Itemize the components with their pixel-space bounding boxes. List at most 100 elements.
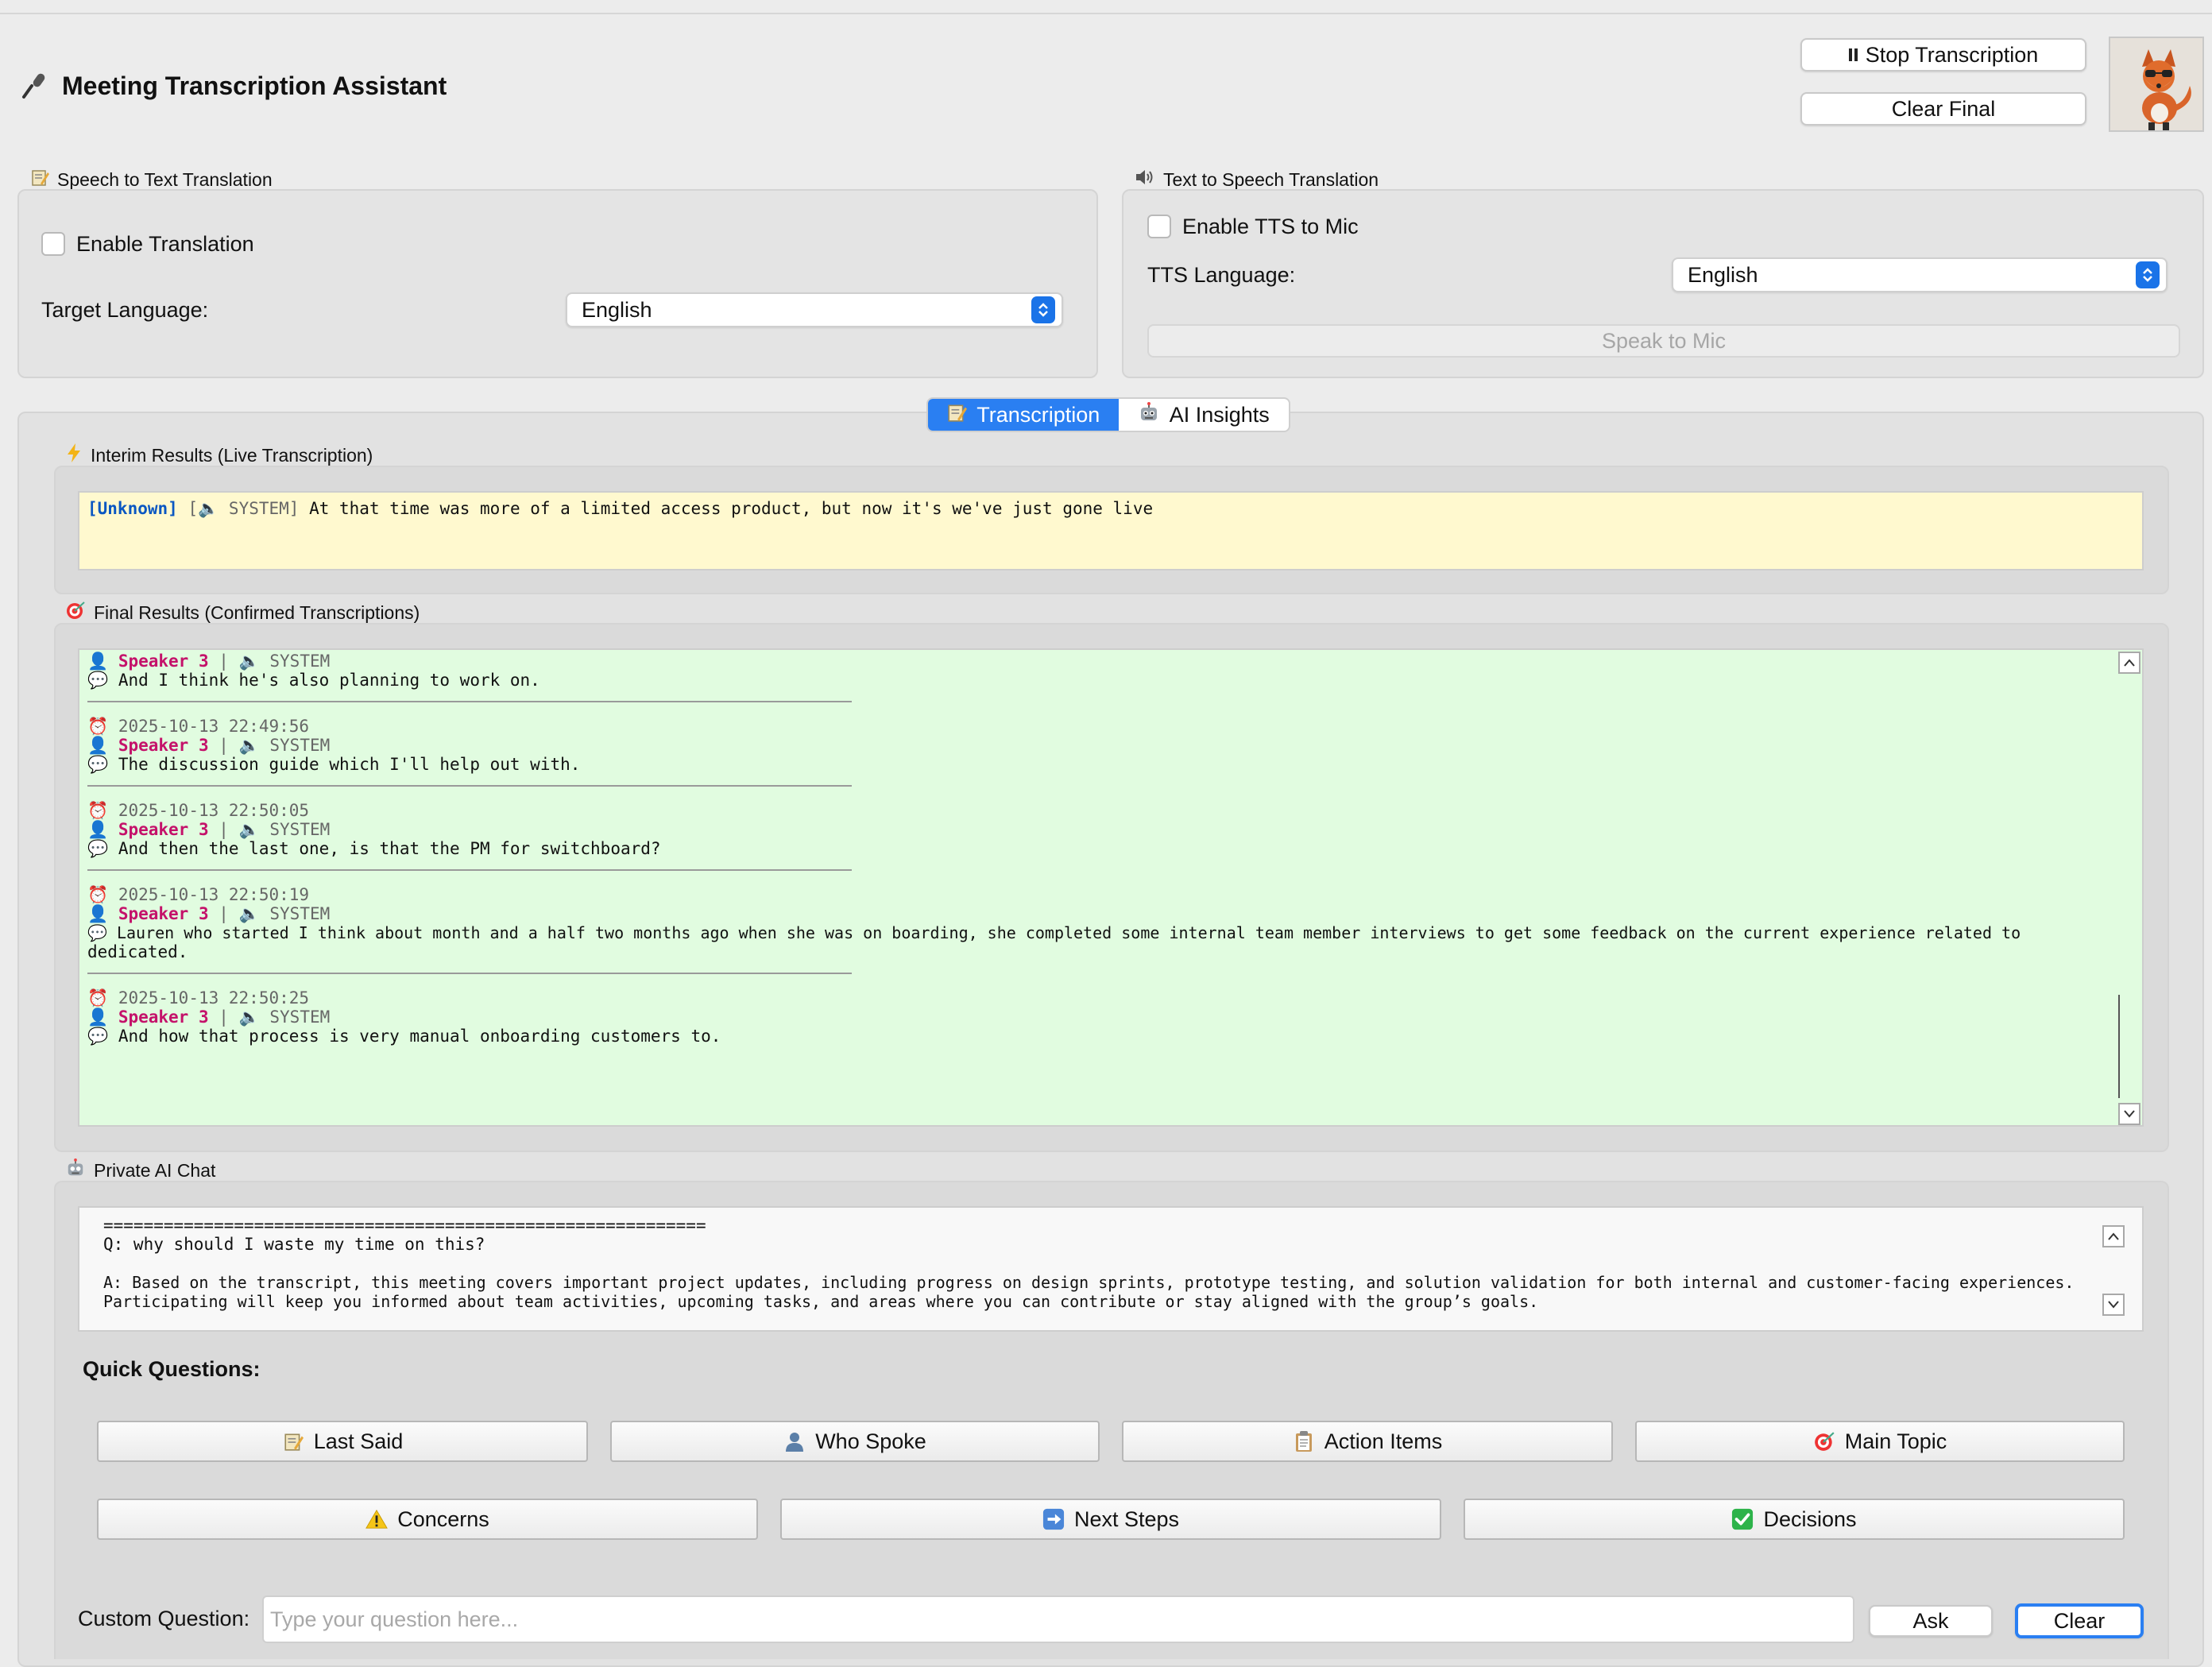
- ask-button[interactable]: Ask: [1869, 1605, 1993, 1637]
- speaker-name: Speaker 3: [118, 736, 209, 755]
- tab-ai-insights-label: AI Insights: [1169, 402, 1270, 427]
- chevron-updown-icon: [1031, 296, 1055, 323]
- interim-text: At that time was more of a limited acces…: [309, 499, 1154, 518]
- tts-language-select[interactable]: English: [1672, 257, 2168, 292]
- app-title: Meeting Transcription Assistant: [62, 71, 447, 100]
- speaker-line: 👤 Speaker 3 | 🔈 SYSTEM: [87, 820, 331, 839]
- enable-translation-checkbox[interactable]: [41, 232, 65, 256]
- enable-translation-row[interactable]: Enable Translation: [41, 230, 254, 257]
- tab-ai-insights[interactable]: AI Insights: [1119, 399, 1289, 431]
- speak-to-mic-button[interactable]: Speak to Mic: [1147, 324, 2180, 358]
- person-icon: 👤: [87, 652, 109, 671]
- speech-bubble-icon: 💬: [87, 1027, 109, 1046]
- speaker-line: 👤 Speaker 3 | 🔈 SYSTEM: [87, 736, 331, 755]
- person-icon: 👤: [87, 904, 109, 923]
- speaker-name: Speaker 3: [118, 904, 209, 923]
- target-language-value: English: [582, 297, 652, 322]
- last-said-label: Last Said: [313, 1429, 404, 1453]
- next-steps-button[interactable]: Next Steps: [780, 1499, 1441, 1540]
- target-language-label: Target Language:: [41, 296, 208, 324]
- window-titlebar: [0, 0, 2212, 14]
- message-text: Lauren who started I think about month a…: [116, 923, 2021, 942]
- interim-source-bracket: [: [188, 499, 199, 518]
- chat-history-area[interactable]: ========================================…: [78, 1206, 2144, 1332]
- last-said-button[interactable]: Last Said: [97, 1421, 588, 1462]
- message-text-continued: dedicated.: [87, 942, 188, 961]
- speaker-name: Speaker 3: [118, 1008, 209, 1027]
- target-language-text: Target Language:: [41, 297, 209, 322]
- chat-scroll-up-arrow[interactable]: [2102, 1225, 2125, 1247]
- speaker-icon: 🔈: [238, 1008, 260, 1027]
- interim-text-area[interactable]: [Unknown] [🔈 SYSTEM] At that time was mo…: [78, 491, 2144, 570]
- speech-to-text-panel: [17, 189, 1098, 378]
- final-scrollbar-thumb[interactable]: [2118, 995, 2140, 1098]
- ask-label: Ask: [1912, 1608, 1949, 1633]
- final-scroll-down-arrow[interactable]: [2118, 1103, 2140, 1125]
- chat-question: Q: why should I waste my time on this?: [103, 1235, 485, 1254]
- person-icon: 👤: [87, 820, 109, 839]
- stop-transcription-button[interactable]: Stop Transcription: [1800, 38, 2086, 72]
- who-spoke-button[interactable]: Who Spoke: [610, 1421, 1100, 1462]
- pause-icon: [1848, 48, 1858, 61]
- speech-bubble-icon: 💬: [87, 839, 109, 858]
- interim-results-label: Interim Results (Live Transcription): [91, 444, 373, 466]
- timestamp-line: ⏰ 2025-10-13 22:50:25: [87, 988, 2094, 1008]
- private-ai-chat-title: Private AI Chat: [65, 1158, 215, 1182]
- tts-language-text: TTS Language:: [1147, 262, 1296, 287]
- timestamp: 2025-10-13 22:50:25: [118, 988, 310, 1008]
- message-text: The discussion guide which I'll help out…: [118, 755, 581, 774]
- tab-transcription[interactable]: Transcription: [928, 399, 1119, 431]
- chat-answer-line-1: A: Based on the transcript, this meeting…: [103, 1273, 2075, 1292]
- custom-question-input[interactable]: [262, 1595, 1854, 1643]
- memo-icon: [30, 168, 49, 191]
- speaker-icon: 🔈: [238, 904, 260, 923]
- target-language-select[interactable]: English: [566, 292, 1063, 327]
- timestamp-line: ⏰ 2025-10-13 22:50:05: [87, 801, 2094, 820]
- source-label: SYSTEM: [269, 1008, 331, 1027]
- enable-translation-label: Enable Translation: [76, 231, 254, 256]
- tts-language-value: English: [1688, 262, 1758, 287]
- enable-tts-checkbox[interactable]: [1147, 215, 1171, 238]
- timestamp-line: ⏰ 2025-10-13 22:49:56: [87, 717, 2094, 736]
- chevron-updown-icon: [2136, 261, 2160, 288]
- message-text: And I think he's also planning to work o…: [118, 671, 540, 690]
- entry-separator: [87, 785, 852, 787]
- robot-icon: [1138, 401, 1160, 428]
- enable-tts-label: Enable TTS to Mic: [1182, 214, 1359, 238]
- target-icon: [1813, 1430, 1835, 1452]
- tts-language-label: TTS Language:: [1147, 261, 1295, 289]
- custom-question-label: Custom Question:: [78, 1607, 250, 1630]
- timestamp: 2025-10-13 22:50:05: [118, 801, 310, 820]
- final-results-title: Final Results (Confirmed Transcriptions): [65, 601, 420, 625]
- clear-final-button[interactable]: Clear Final: [1800, 92, 2086, 126]
- decisions-button[interactable]: Decisions: [1464, 1499, 2125, 1540]
- quick-questions-title: Quick Questions:: [83, 1357, 261, 1381]
- action-items-label: Action Items: [1324, 1429, 1443, 1453]
- final-text-area[interactable]: 👤 Speaker 3 | 🔈 SYSTEM 💬 And I think he'…: [78, 648, 2144, 1127]
- speaker-line: 👤 Speaker 3 | 🔈 SYSTEM: [87, 652, 331, 671]
- alarm-clock-icon: ⏰: [87, 717, 109, 736]
- alarm-clock-icon: ⏰: [87, 801, 109, 820]
- speaker-line: 👤 Speaker 3 | 🔈 SYSTEM: [87, 1008, 331, 1027]
- tab-bar: Transcription AI Insights: [926, 397, 1290, 432]
- speech-bubble-icon: 💬: [87, 923, 107, 942]
- target-icon: [65, 600, 86, 625]
- clear-button[interactable]: Clear: [2015, 1603, 2144, 1638]
- concerns-button[interactable]: Concerns: [97, 1499, 758, 1540]
- message-text: And how that process is very manual onbo…: [118, 1027, 721, 1046]
- speaker-icon: 🔈: [238, 820, 260, 839]
- main-topic-button[interactable]: Main Topic: [1635, 1421, 2125, 1462]
- final-scroll-up-arrow[interactable]: [2118, 652, 2140, 674]
- chat-scroll-down-arrow[interactable]: [2102, 1294, 2125, 1316]
- entry-separator: [87, 701, 852, 702]
- final-entry-2: ⏰ 2025-10-13 22:49:56 👤 Speaker 3 | 🔈 SY…: [87, 717, 2094, 774]
- source-label: SYSTEM: [269, 736, 331, 755]
- source-label: SYSTEM: [269, 820, 331, 839]
- arrow-right-icon: [1042, 1508, 1065, 1530]
- microphone-icon: [19, 70, 51, 102]
- action-items-button[interactable]: Action Items: [1122, 1421, 1613, 1462]
- enable-tts-row[interactable]: Enable TTS to Mic: [1147, 213, 1359, 240]
- person-icon: 👤: [87, 736, 109, 755]
- alarm-clock-icon: ⏰: [87, 885, 109, 904]
- lightning-icon: [65, 443, 83, 468]
